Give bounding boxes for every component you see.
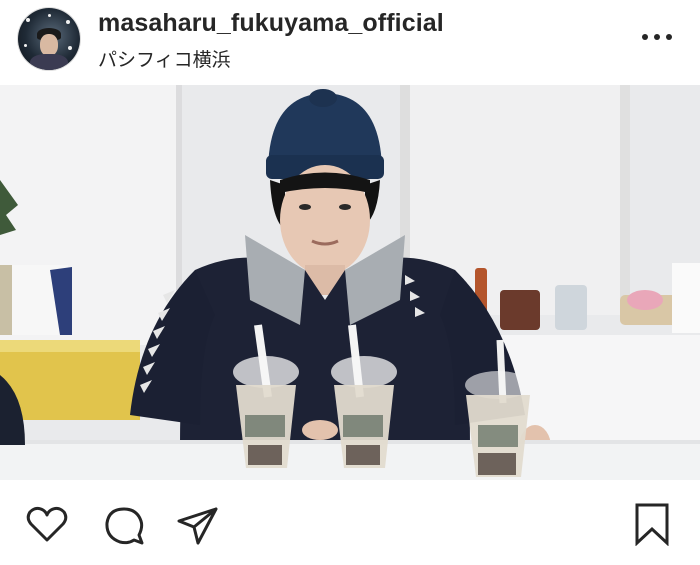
post-image[interactable] <box>0 85 700 480</box>
post-actions-bar <box>0 480 700 565</box>
post-photo-illustration <box>0 85 700 480</box>
heart-icon[interactable] <box>26 504 68 544</box>
more-options-icon[interactable] <box>642 22 672 52</box>
send-icon[interactable] <box>176 505 220 547</box>
profile-avatar[interactable] <box>18 8 80 70</box>
bookmark-icon[interactable] <box>634 502 670 546</box>
username-link[interactable]: masaharu_fukuyama_official <box>98 9 444 38</box>
comment-icon[interactable] <box>103 505 145 547</box>
post-header: masaharu_fukuyama_official パシフィコ横浜 <box>0 0 700 85</box>
location-link[interactable]: パシフィコ横浜 <box>98 45 231 72</box>
